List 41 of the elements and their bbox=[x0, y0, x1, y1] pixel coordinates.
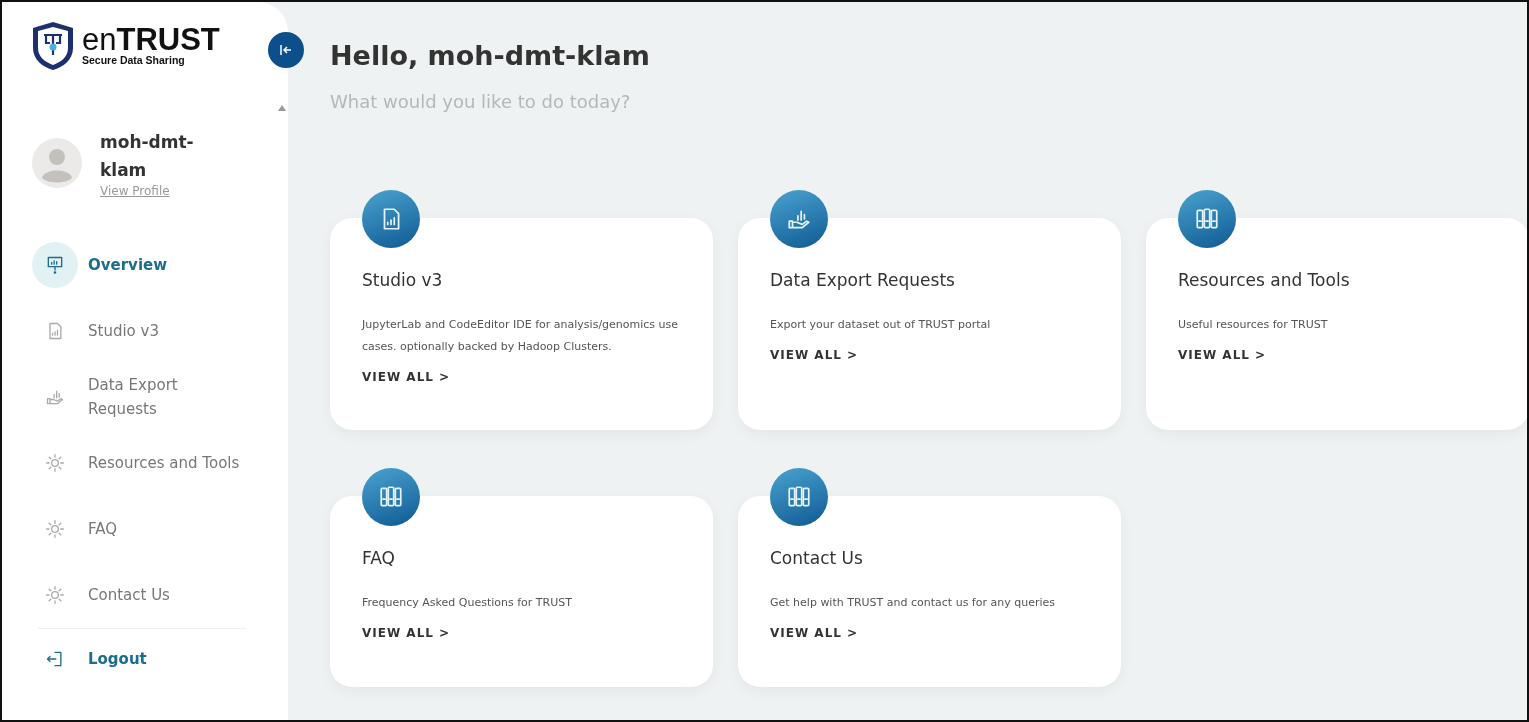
card-description: JupyterLab and CodeEditor IDE for analysis/genomics use cases. optionally backed by Hadoop Clusters. bbox=[362, 317, 680, 355]
card-description: Frequency Asked Questions for TRUST bbox=[362, 595, 573, 611]
view-all-link[interactable]: VIEW ALL > bbox=[362, 626, 451, 640]
view-all-link[interactable]: VIEW ALL > bbox=[770, 626, 859, 640]
presentation-icon bbox=[45, 255, 65, 275]
nav-item[interactable]: Contact Us bbox=[2, 562, 288, 628]
nav-item[interactable]: Studio v3 bbox=[2, 298, 288, 364]
logout-link[interactable]: Logout bbox=[2, 629, 288, 689]
view-all-link[interactable]: VIEW ALL > bbox=[362, 370, 451, 384]
card-title: Studio v3 bbox=[362, 270, 444, 290]
avatar-icon bbox=[32, 138, 82, 188]
sun-icon bbox=[45, 585, 65, 605]
nav-item[interactable]: FAQ bbox=[2, 496, 288, 562]
binders-icon bbox=[1194, 206, 1220, 232]
sun-icon bbox=[45, 453, 65, 473]
nav-item[interactable]: Resources and Tools bbox=[2, 430, 288, 496]
binders-icon bbox=[786, 484, 812, 510]
collapse-icon bbox=[279, 43, 293, 57]
card-title: Contact Us bbox=[770, 548, 864, 568]
logout-icon bbox=[45, 649, 65, 669]
user-name: moh-dmt-klam bbox=[100, 131, 195, 182]
prompt-text: What would you like to do today? bbox=[330, 91, 632, 112]
logo-icon bbox=[30, 20, 76, 72]
card-title: Resources and Tools bbox=[1178, 270, 1351, 290]
view-all-link[interactable]: VIEW ALL > bbox=[1178, 348, 1267, 362]
card-description: Export your dataset out of TRUST portal bbox=[770, 317, 992, 333]
brand-tagline: Secure Data Sharing bbox=[82, 54, 186, 66]
greeting-heading: Hello, moh-dmt-klam bbox=[330, 40, 651, 71]
card-title: FAQ bbox=[362, 548, 396, 568]
card-title: Data Export Requests bbox=[770, 270, 956, 290]
brand-name: enTRUST bbox=[82, 26, 220, 54]
nav-item[interactable]: Overview bbox=[2, 232, 288, 298]
card-description: Get help with TRUST and contact us for any queries bbox=[770, 595, 1056, 611]
collapse-sidebar-button[interactable] bbox=[268, 32, 304, 68]
view-all-link[interactable]: VIEW ALL > bbox=[770, 348, 859, 362]
nav-item[interactable]: Data Export Requests bbox=[2, 364, 288, 430]
card-description: Useful resources for TRUST bbox=[1178, 317, 1329, 333]
scroll-up-icon bbox=[278, 105, 286, 111]
sun-icon bbox=[45, 519, 65, 539]
view-profile-link[interactable]: View Profile bbox=[100, 184, 196, 198]
binders-icon bbox=[378, 484, 404, 510]
